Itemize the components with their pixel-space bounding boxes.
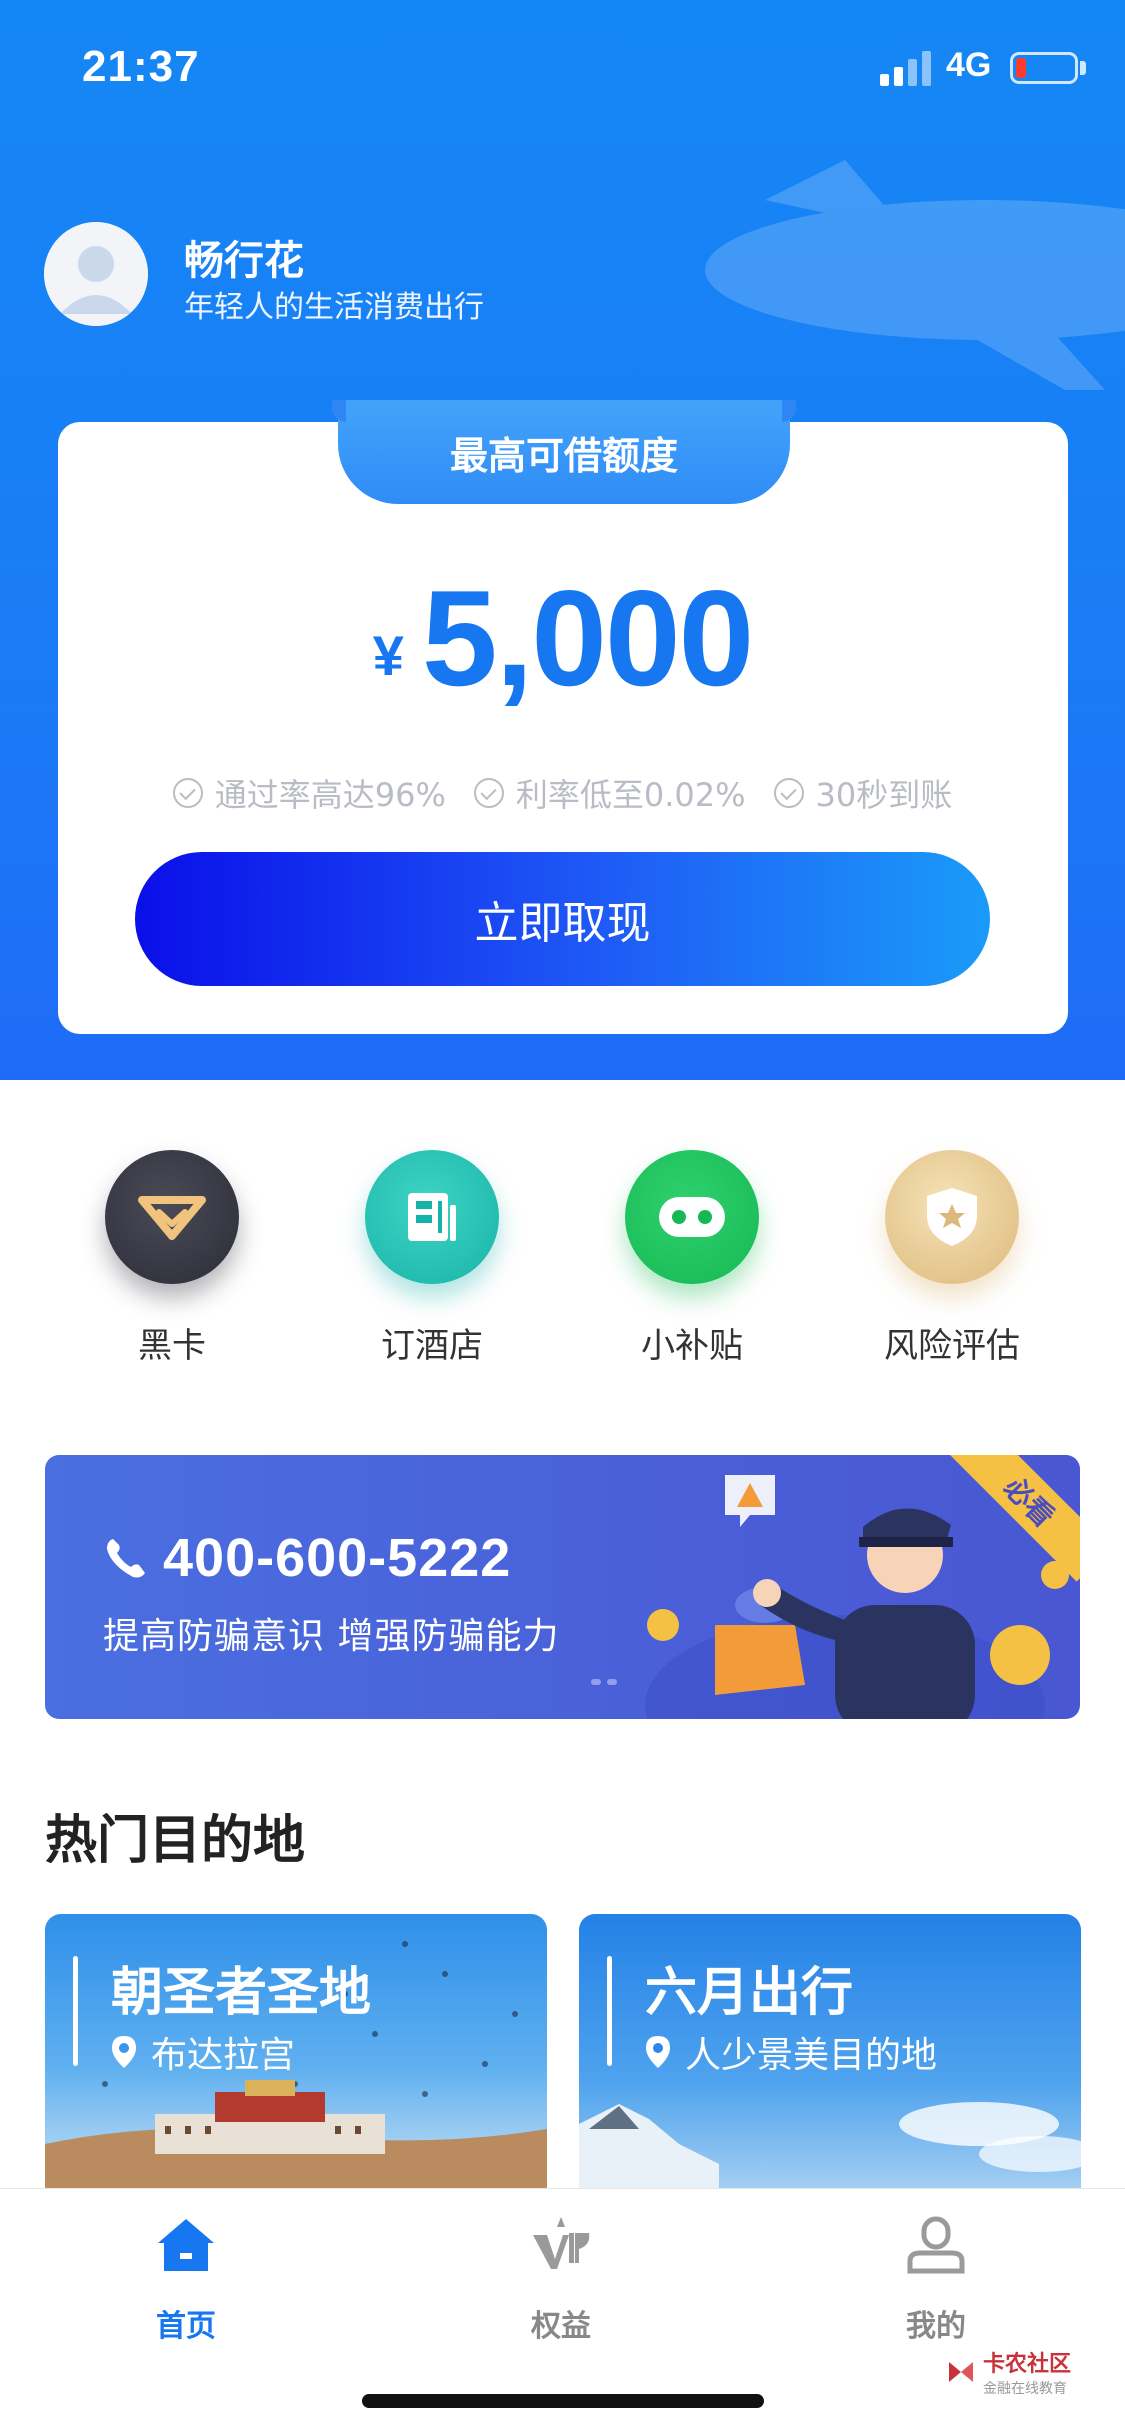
network-type: 4G	[946, 46, 992, 84]
user-avatar-icon	[44, 222, 148, 326]
destination-card[interactable]: 朝圣者圣地 布达拉宫	[45, 1914, 547, 2194]
user-icon	[907, 2216, 965, 2274]
amount-value: 5,000	[421, 562, 754, 714]
credit-amount: ¥ 5,000	[0, 570, 1125, 706]
signal-icon	[880, 51, 931, 86]
battery-icon	[1010, 52, 1078, 84]
destination-title: 朝圣者圣地	[111, 1963, 372, 2023]
feature-text: 通过率高达96%	[214, 776, 446, 814]
destination-title: 六月出行	[645, 1963, 854, 2023]
quick-action-label: 订酒店	[381, 1326, 483, 1366]
watermark-name: 卡农社区	[983, 2352, 1072, 2377]
feature-text: 30秒到账	[815, 776, 953, 814]
place-name: 布达拉宫	[151, 2035, 296, 2076]
feature-list: 通过率高达96% 利率低至0.02% 30秒到账	[0, 770, 1125, 816]
hotel-icon	[365, 1150, 499, 1284]
feature-text: 利率低至0.02%	[515, 776, 746, 814]
tab-mine[interactable]: 我的	[856, 2213, 1016, 2345]
destination-place: 人少景美目的地	[645, 2026, 937, 2078]
phone-icon	[107, 1539, 145, 1578]
check-circle-icon	[473, 778, 504, 808]
battery-tip	[1080, 61, 1086, 75]
quick-action-label: 风险评估	[884, 1326, 1020, 1366]
credit-limit-tab: 最高可借额度	[332, 400, 796, 504]
subsidy-icon	[625, 1150, 759, 1284]
place-name: 人少景美目的地	[685, 2035, 938, 2076]
quick-action-risk-assessment[interactable]: 风险评估	[862, 1150, 1042, 1367]
withdraw-button[interactable]: 立即取现	[135, 852, 990, 986]
app-slogan: 年轻人的生活消费出行	[184, 290, 484, 325]
feature-item: 30秒到账	[773, 770, 953, 816]
airplane-illustration	[705, 160, 1125, 390]
destination-card[interactable]: 六月出行 人少景美目的地	[579, 1914, 1081, 2194]
watermark: 卡农社区 金融在线教育	[945, 2346, 1071, 2398]
location-pin-icon	[112, 2036, 136, 2068]
quick-action-label: 黑卡	[138, 1326, 206, 1366]
home-icon	[158, 2219, 214, 2271]
app-name: 畅行花	[184, 238, 304, 284]
tab-label: 我的	[906, 2309, 966, 2344]
banner-phone: 400-600-5222	[103, 1527, 511, 1589]
anti-fraud-banner[interactable]: 400-600-5222 提高防骗意识 增强防骗能力 必看	[45, 1455, 1080, 1719]
status-time: 21:37	[82, 42, 200, 91]
quick-action-label: 小补贴	[641, 1326, 743, 1366]
currency-symbol: ¥	[372, 624, 404, 687]
tab-label: 首页	[156, 2309, 216, 2344]
carousel-dots	[591, 1679, 617, 1685]
check-circle-icon	[172, 778, 203, 808]
status-bar: 21:37 4G	[0, 0, 1125, 130]
vip-icon	[533, 2217, 590, 2269]
watermark-logo-icon	[949, 2362, 973, 2382]
watermark-sub: 金融在线教育	[983, 2381, 1067, 2397]
feature-item: 利率低至0.02%	[473, 770, 746, 816]
banner-tip: 提高防骗意识 增强防骗能力	[103, 1616, 560, 1657]
avatar[interactable]	[44, 222, 148, 326]
destination-place: 布达拉宫	[111, 2026, 295, 2078]
home-indicator	[362, 2394, 764, 2408]
title-accent-bar	[73, 1956, 78, 2066]
title-accent-bar	[607, 1956, 612, 2066]
tab-label: 权益	[531, 2309, 591, 2344]
quick-action-subsidy[interactable]: 小补贴	[602, 1150, 782, 1367]
feature-item: 通过率高达96%	[172, 770, 446, 816]
check-circle-icon	[773, 778, 804, 808]
hotline-number: 400-600-5222	[163, 1528, 512, 1588]
tab-home[interactable]: 首页	[106, 2213, 266, 2345]
location-pin-icon	[646, 2036, 670, 2068]
quick-action-black-card[interactable]: 黑卡	[82, 1150, 262, 1367]
tab-benefits[interactable]: 权益	[481, 2213, 641, 2345]
shield-star-icon	[885, 1150, 1019, 1284]
diamond-icon	[105, 1150, 239, 1284]
quick-action-hotel[interactable]: 订酒店	[342, 1150, 522, 1367]
quick-actions: 黑卡 订酒店 小补贴 风险评估	[0, 1150, 1125, 1370]
section-title: 热门目的地	[45, 1811, 306, 1871]
